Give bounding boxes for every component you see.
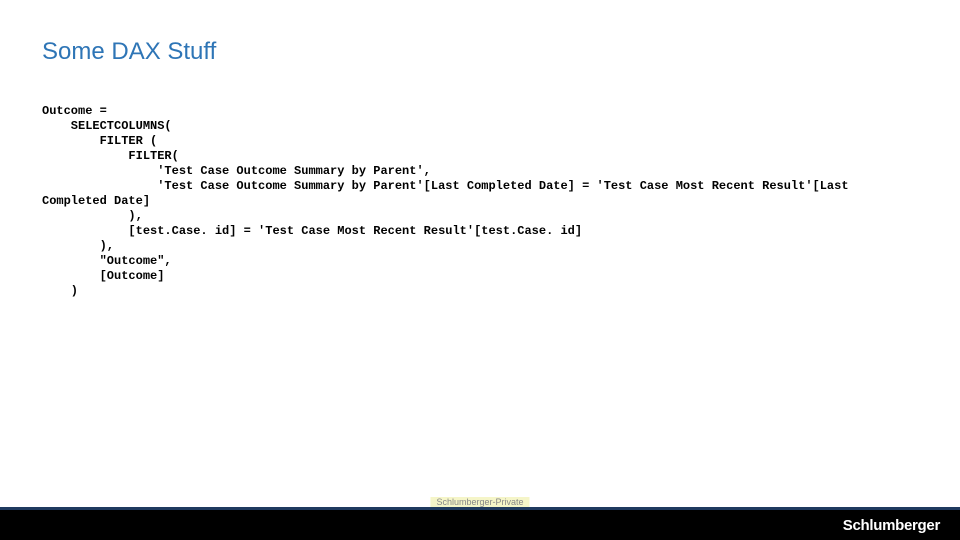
code-line: Completed Date] bbox=[42, 194, 150, 208]
dax-code-block: Outcome = SELECTCOLUMNS( FILTER ( FILTER… bbox=[0, 66, 960, 299]
code-line: "Outcome", bbox=[42, 254, 172, 268]
company-logo: Schlumberger bbox=[843, 517, 940, 534]
code-line: Outcome = bbox=[42, 104, 107, 118]
code-line: ), bbox=[42, 209, 143, 223]
code-line: 'Test Case Outcome Summary by Parent', bbox=[42, 164, 431, 178]
code-line: FILTER( bbox=[42, 149, 179, 163]
code-line: FILTER ( bbox=[42, 134, 157, 148]
code-line: [test.Case. id] = 'Test Case Most Recent… bbox=[42, 224, 582, 238]
classification-label: Schlumberger-Private bbox=[430, 497, 529, 507]
code-line: [Outcome] bbox=[42, 269, 164, 283]
code-line: SELECTCOLUMNS( bbox=[42, 119, 172, 133]
code-line: 'Test Case Outcome Summary by Parent'[La… bbox=[42, 179, 849, 193]
footer-bar: Schlumberger bbox=[0, 510, 960, 540]
slide-title: Some DAX Stuff bbox=[0, 0, 960, 66]
code-line: ), bbox=[42, 239, 114, 253]
code-line: ) bbox=[42, 284, 78, 298]
